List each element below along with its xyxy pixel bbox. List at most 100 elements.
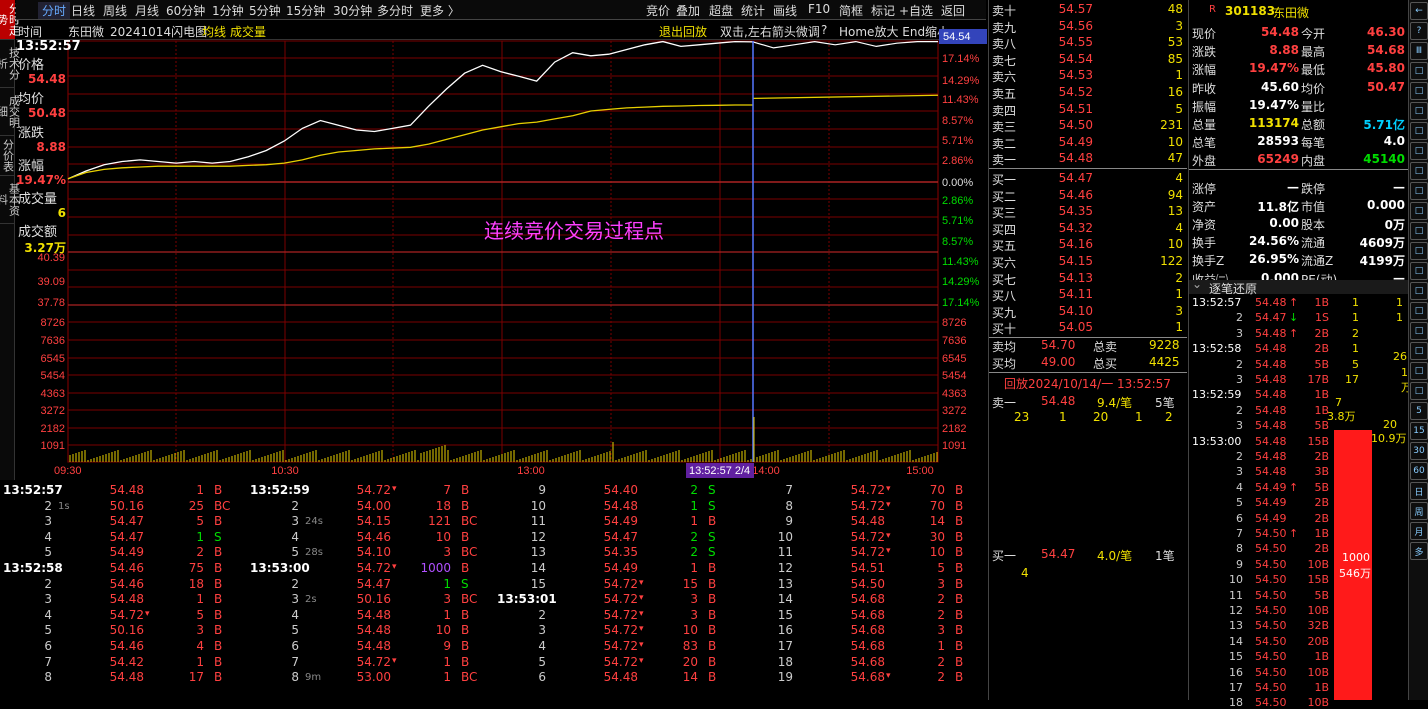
toolbar-icon[interactable]: □ [1410, 282, 1428, 300]
tick-arrow: ▾ [639, 593, 644, 604]
tick-arrow: ▾ [886, 530, 891, 541]
tick-row: 3 54.48 1 B [0, 592, 247, 608]
zhubi-vol: 10B [1307, 665, 1329, 679]
ob-row: 卖七 54.54 85 [989, 52, 1187, 68]
tick-volume: 15 [682, 576, 698, 591]
toolbar-icon[interactable]: □ [1410, 82, 1428, 100]
zhubi-vol: 10B [1307, 696, 1329, 709]
tick-row: 2 54.46 18 B [0, 577, 247, 593]
tick-volume: 10 [682, 623, 698, 638]
amount-value: 3.27万 [24, 241, 66, 255]
quote-label: 资产 [1192, 199, 1217, 214]
tick-volume: 1 [196, 529, 204, 544]
toolbar-icon[interactable]: 60 [1410, 462, 1428, 480]
tick-row: 13 54.35 2 S [494, 545, 741, 561]
ob-price: 54.11 [1058, 287, 1093, 302]
tick-volume: 25 [188, 498, 204, 513]
tick-volume: 2 [937, 607, 945, 622]
toolbar-icon[interactable]: ? [1410, 22, 1428, 40]
ob-row: 买一 54.47 4 [989, 171, 1187, 187]
tick-arrow: ▾ [639, 624, 644, 635]
toolbar-icon[interactable]: □ [1410, 342, 1428, 360]
toolbar-icon[interactable]: □ [1410, 122, 1428, 140]
ob-level-label: 卖一 [992, 153, 1017, 168]
quote-value2: 0.000 [1367, 197, 1405, 212]
vol-tick-left: 5454 [41, 370, 65, 382]
tick-seq: 4 [44, 607, 52, 622]
tick-direction: S [708, 483, 716, 497]
toolbar-icon[interactable]: 15 [1410, 422, 1428, 440]
tick-price: 54.49 [603, 514, 638, 529]
price-value: 54.48 [28, 72, 66, 86]
pct-tick: 5.71% [942, 215, 973, 227]
zhubi-time: 3 [1236, 419, 1243, 433]
toolbar-icon[interactable]: 月 [1410, 522, 1428, 540]
toolbar-icon[interactable]: □ [1410, 142, 1428, 160]
toolbar-icon[interactable]: □ [1410, 382, 1428, 400]
toolbar-icon[interactable]: ← [1410, 2, 1428, 20]
vol-tick-left: 1091 [41, 440, 65, 452]
ob-quantity: 85 [1167, 51, 1183, 66]
tick-row: 13:52:59 54.72 ▾ 7 B [247, 483, 494, 499]
collapse-icon[interactable]: ⌄ [1192, 277, 1202, 291]
quote-label: 总笔 [1192, 136, 1217, 151]
toolbar-icon[interactable]: □ [1410, 182, 1428, 200]
toolbar-icon[interactable]: □ [1410, 242, 1428, 260]
toolbar-icon[interactable]: 多 [1410, 542, 1428, 560]
toolbar-icon[interactable]: □ [1410, 302, 1428, 320]
toolbar-icon[interactable]: 日 [1410, 482, 1428, 500]
zhubi-header[interactable]: ⌄ 逐笔还原 [1189, 277, 1409, 296]
toolbar-icon[interactable]: □ [1410, 102, 1428, 120]
sell-total-label: 总卖 [1093, 340, 1118, 354]
tick-price: 54.46 [356, 529, 391, 544]
zhubi-price: 54.47 [1255, 311, 1287, 325]
tick-row: 14 54.68 2 B [741, 592, 988, 608]
tick-direction: B [708, 607, 717, 622]
ob-row: 买三 54.35 13 [989, 204, 1187, 220]
tick-volume: 2 [690, 483, 698, 497]
vol-tick-left: 2182 [41, 423, 65, 435]
toolbar-icon[interactable]: □ [1410, 202, 1428, 220]
zhubi-vol: 2B [1314, 326, 1329, 340]
tick-seq: 5 [291, 545, 299, 560]
toolbar-icon[interactable]: □ [1410, 362, 1428, 380]
tick-row: 15 54.72 ▾ 15 B [494, 577, 741, 593]
tick-seq: 9 [785, 514, 793, 529]
tick-seq: 18 [777, 654, 793, 669]
toolbar-icon[interactable]: 30 [1410, 442, 1428, 460]
toolbar-icon[interactable]: □ [1410, 62, 1428, 80]
toolbar-icon[interactable]: □ [1410, 222, 1428, 240]
tick-row: 6 54.46 4 B [0, 639, 247, 655]
quote-label2: 内盘 [1301, 154, 1326, 169]
tick-seq: 10 [530, 498, 546, 513]
tick-row: 13:52:58 54.46 75 B [0, 561, 247, 577]
tick-price: 54.72 [356, 654, 391, 669]
tick-row: 5 54.49 2 B [0, 545, 247, 561]
avg-line-after [752, 94, 939, 100]
zhubi-price: 54.50 [1255, 650, 1287, 664]
ob-quantity: 48 [1167, 2, 1183, 16]
tick-direction: B [708, 670, 717, 685]
tick-volume: 14 [929, 514, 945, 529]
ob-price: 54.57 [1058, 2, 1093, 16]
ob-quantity: 10 [1167, 237, 1183, 252]
tick-row: 13:53:01 54.72 ▾ 3 B [494, 592, 741, 608]
toolbar-icon[interactable]: □ [1410, 322, 1428, 340]
toolbar-icon[interactable]: Ⅲ [1410, 42, 1428, 60]
toolbar-icon[interactable]: □ [1410, 262, 1428, 280]
ob-level-label: 卖八 [992, 37, 1017, 52]
quote-label: 振幅 [1192, 99, 1217, 114]
toolbar-icon[interactable]: 5 [1410, 402, 1428, 420]
tick-arrow: ▾ [886, 671, 891, 682]
tick-price: 54.48 [356, 639, 391, 653]
tick-price: 54.68 [850, 654, 885, 669]
toolbar-icon[interactable]: □ [1410, 162, 1428, 180]
zhubi-arrow: ↑ [1289, 480, 1299, 494]
quote-value: — [1287, 179, 1299, 194]
zhubi-vol: 17B [1307, 373, 1329, 386]
tick-seq: 15 [530, 576, 546, 591]
ob-level-label: 买四 [992, 222, 1017, 237]
vol-tick-right: 8726 [942, 317, 966, 329]
tick-column: 7 54.72 ▾ 70 B 8 54.72 ▾ 70 B 9 54.48 14 B 10 54.72 ▾ 30 B… [741, 481, 988, 700]
toolbar-icon[interactable]: 周 [1410, 502, 1428, 520]
